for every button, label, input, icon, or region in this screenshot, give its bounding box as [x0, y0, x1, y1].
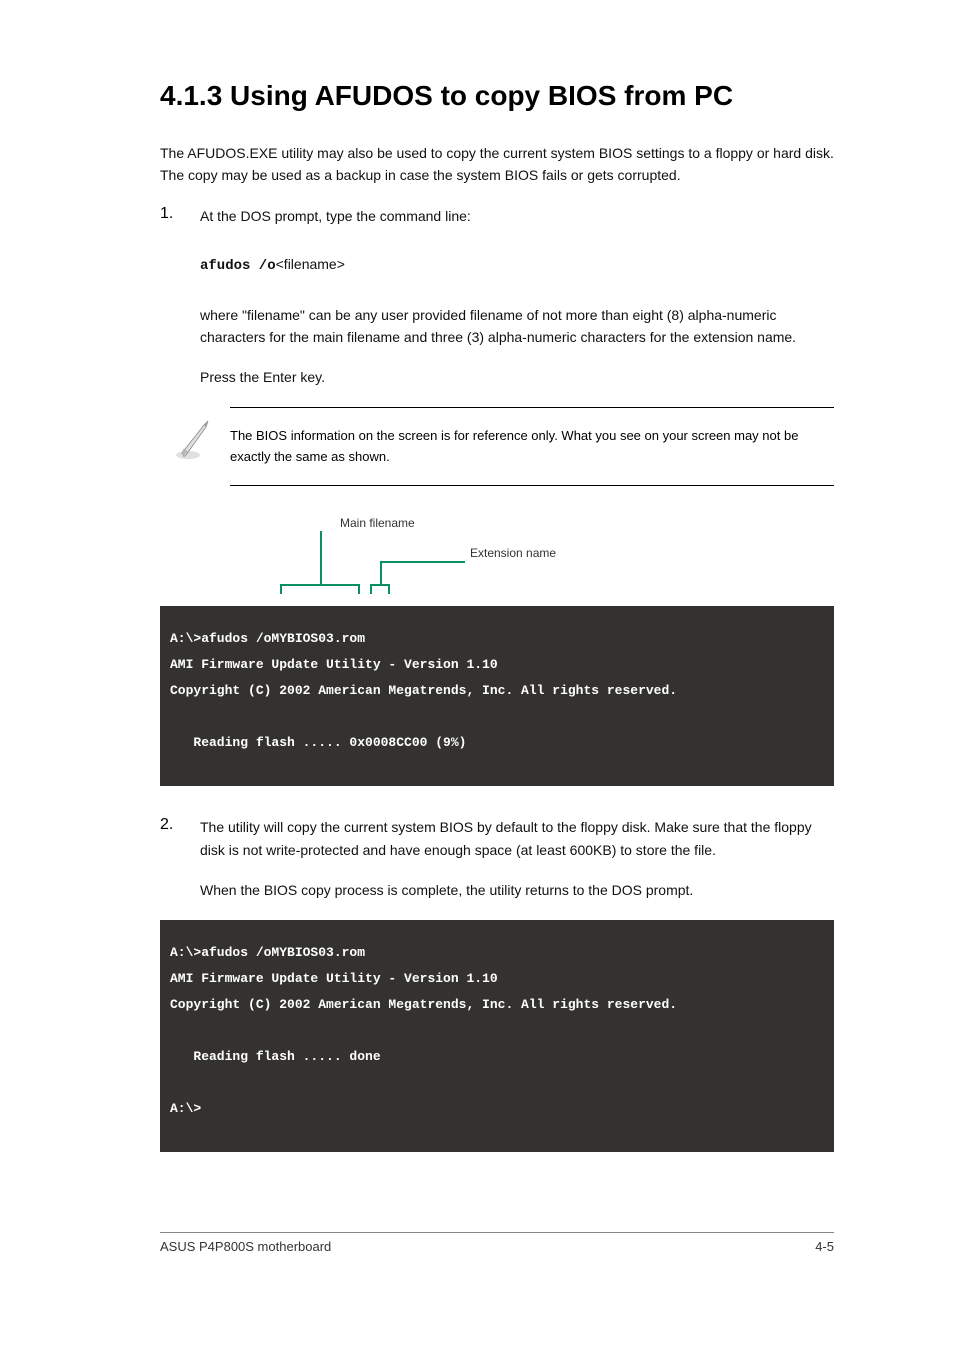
annotation-ext: Extension name — [470, 546, 556, 560]
page-footer: ASUS P4P800S motherboard 4-5 — [160, 1232, 834, 1254]
term1-line2: AMI Firmware Update Utility - Version 1.… — [170, 657, 498, 672]
term1-line1: A:\>afudos /oMYBIOS03.rom — [170, 631, 365, 646]
step1-text: At the DOS prompt, type the command line… — [200, 205, 834, 227]
step1-desc-b: Press the Enter key. — [200, 366, 834, 388]
terminal-output-1: A:\>afudos /oMYBIOS03.rom AMI Firmware U… — [160, 606, 834, 786]
terminal-output-2: A:\>afudos /oMYBIOS03.rom AMI Firmware U… — [160, 920, 834, 1152]
footer-left: ASUS P4P800S motherboard — [160, 1239, 331, 1254]
footer-right: 4-5 — [815, 1239, 834, 1254]
term1-line3: Copyright (C) 2002 American Megatrends, … — [170, 683, 677, 698]
intro-paragraph: The AFUDOS.EXE utility may also be used … — [160, 142, 834, 187]
term2-line2: AMI Firmware Update Utility - Version 1.… — [170, 971, 498, 986]
step-number: 2. — [160, 816, 173, 834]
term2-line1: A:\>afudos /oMYBIOS03.rom — [170, 945, 365, 960]
command-param: <filename> — [276, 256, 345, 272]
annotation-main: Main filename — [340, 516, 415, 530]
step-number: 1. — [160, 205, 173, 223]
term2-line3: Copyright (C) 2002 American Megatrends, … — [170, 997, 677, 1012]
term2-line5: A:\> — [170, 1101, 201, 1116]
step2-text: The utility will copy the current system… — [200, 816, 834, 861]
page-title: 4.1.3 Using AFUDOS to copy BIOS from PC — [160, 80, 834, 112]
term1-line4: Reading flash ..... 0x0008CC00 (9%) — [170, 735, 466, 750]
terminal2-intro: When the BIOS copy process is complete, … — [200, 879, 834, 901]
note-icon — [170, 417, 214, 461]
term2-line4: Reading flash ..... done — [170, 1049, 381, 1064]
step1-desc-a: where "filename" can be any user provide… — [200, 304, 834, 349]
note-text: The BIOS information on the screen is fo… — [230, 407, 834, 487]
command-prefix: afudos /o — [200, 258, 276, 274]
